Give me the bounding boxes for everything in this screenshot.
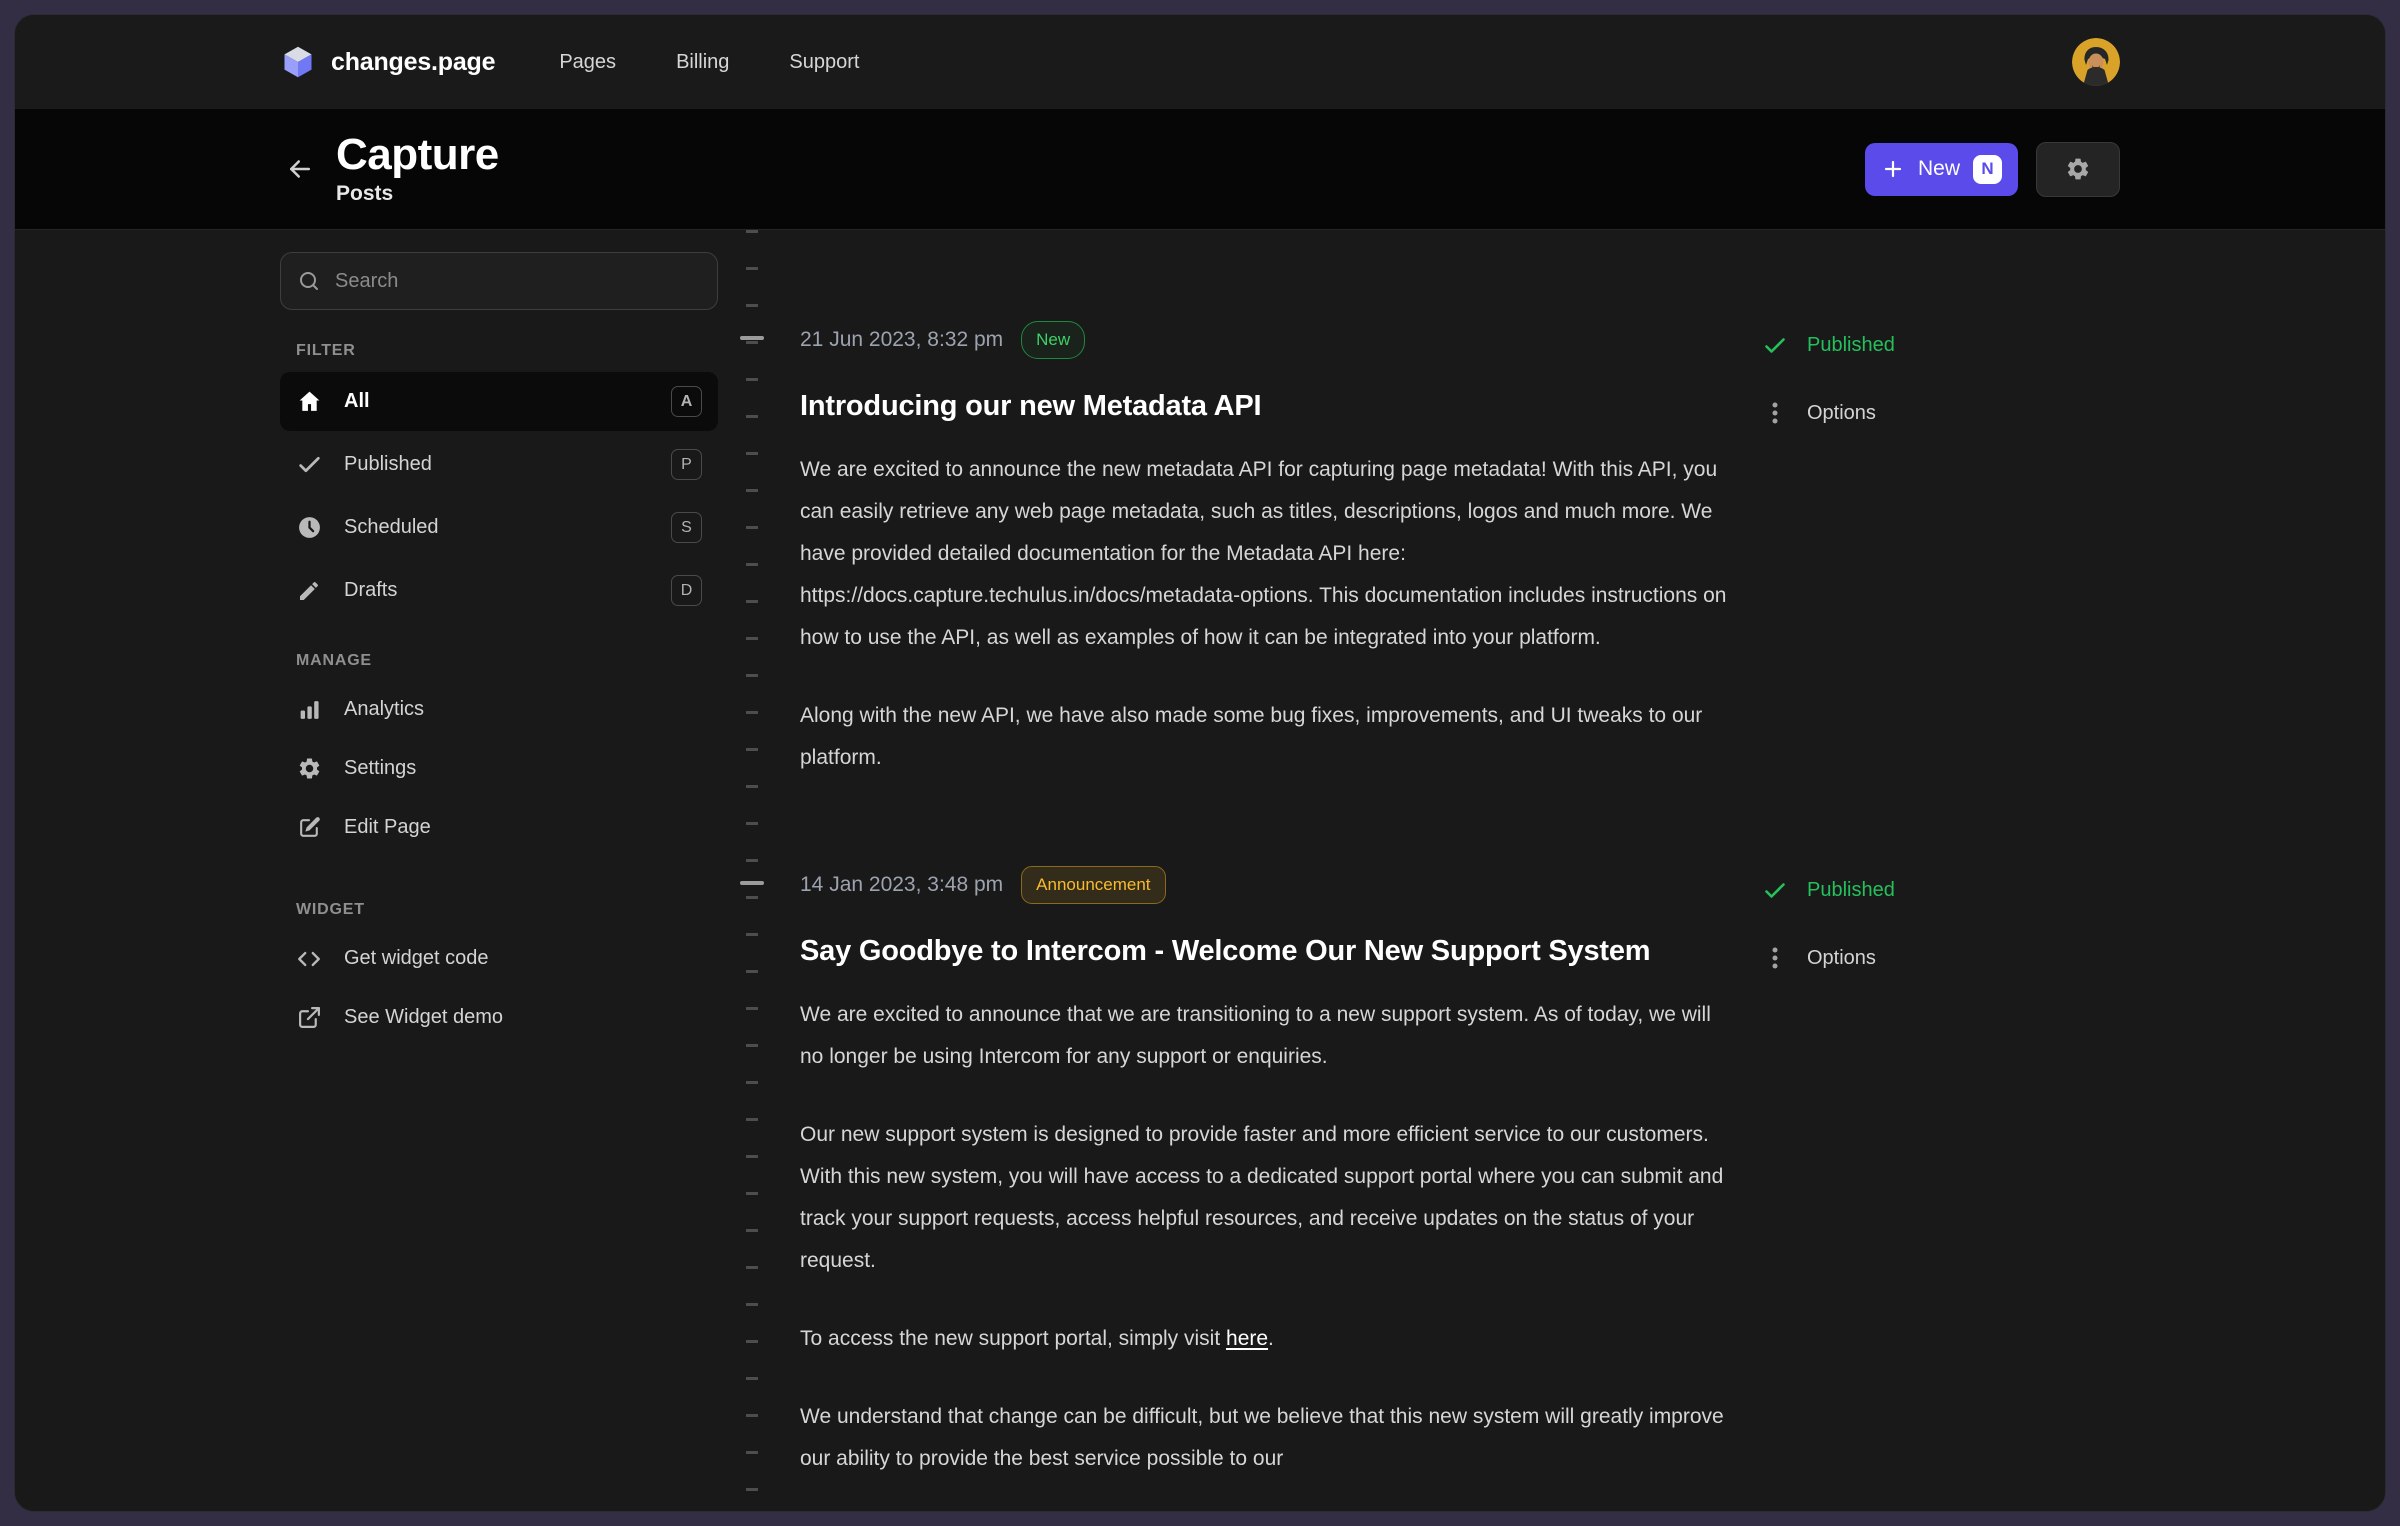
posts-timeline-ruler: [746, 230, 758, 1512]
clock-icon: [296, 515, 322, 540]
home-icon: [296, 389, 322, 414]
sidebar-item-label: Published: [344, 453, 649, 476]
shortcut-badge-n: N: [1973, 155, 2002, 184]
shortcut-badge: P: [671, 449, 702, 480]
brand-name: changes.page: [331, 48, 495, 77]
post-paragraph: To access the new support portal, simply…: [800, 1318, 1740, 1360]
sidebar-item-analytics[interactable]: Analytics: [280, 682, 718, 737]
post-title: Say Goodbye to Intercom - Welcome Our Ne…: [800, 935, 1740, 968]
dots-vertical-icon: [1763, 401, 1787, 425]
gear-icon: [296, 756, 322, 781]
post-options-button[interactable]: Options: [1763, 943, 2043, 973]
link-paragraph-suffix: .: [1268, 1327, 1274, 1350]
sidebar-item-label: Get widget code: [344, 947, 702, 970]
check-icon: [1763, 333, 1787, 358]
post-status: Published: [1763, 875, 2043, 905]
post-options-button[interactable]: Options: [1763, 398, 2043, 428]
arrow-left-icon: [285, 154, 315, 184]
status-label: Published: [1807, 334, 1895, 357]
page-settings-button[interactable]: [2036, 142, 2120, 197]
top-nav: changes.page Pages Billing Support: [15, 15, 2385, 109]
post-badge: New: [1021, 321, 1085, 359]
sidebar: FILTER All A: [280, 252, 718, 1045]
sidebar-item-drafts[interactable]: Drafts D: [280, 561, 718, 620]
post-actions-rail: Published Options: [1763, 330, 2043, 428]
post-item: 14 Jan 2023, 3:48 pm Announcement Say Go…: [800, 865, 1740, 1480]
posts-list: 21 Jun 2023, 8:32 pm New Introducing our…: [800, 320, 1740, 1480]
post-date: 14 Jan 2023, 3:48 pm: [800, 873, 1003, 897]
sidebar-item-label: Settings: [344, 757, 702, 780]
sidebar-item-label: Analytics: [344, 698, 702, 721]
new-button-label: New: [1918, 157, 1960, 181]
post-actions-rail: Published Options: [1763, 875, 2043, 973]
sidebar-item-edit-page[interactable]: Edit Page: [280, 800, 718, 855]
sidebar-item-label: Scheduled: [344, 516, 649, 539]
page-title: Capture: [336, 132, 499, 178]
sidebar-item-all[interactable]: All A: [280, 372, 718, 431]
user-avatar[interactable]: [2072, 38, 2120, 86]
sidebar-item-published[interactable]: Published P: [280, 435, 718, 494]
shortcut-badge: A: [671, 386, 702, 417]
post-paragraph: We are excited to announce the new metad…: [800, 449, 1740, 659]
new-post-button[interactable]: New N: [1865, 143, 2018, 196]
post-item: 21 Jun 2023, 8:32 pm New Introducing our…: [800, 320, 1740, 779]
check-icon: [1763, 878, 1787, 903]
sidebar-item-scheduled[interactable]: Scheduled S: [280, 498, 718, 557]
post-status: Published: [1763, 330, 2043, 360]
app-window: changes.page Pages Billing Support: [14, 14, 2386, 1512]
nav-link-pages[interactable]: Pages: [559, 51, 616, 74]
sidebar-item-see-widget-demo[interactable]: See Widget demo: [280, 990, 718, 1045]
post-paragraph: Along with the new API, we have also mad…: [800, 695, 1740, 779]
post-title: Introducing our new Metadata API: [800, 390, 1740, 423]
shortcut-badge: S: [671, 512, 702, 543]
timeline-marker: [740, 336, 764, 340]
edit-page-icon: [296, 815, 322, 840]
post-paragraph: We are excited to announce that we are t…: [800, 994, 1740, 1078]
cube-logo-icon: [280, 44, 316, 80]
sidebar-item-settings[interactable]: Settings: [280, 741, 718, 796]
sidebar-item-label: All: [344, 390, 649, 413]
post-badge: Announcement: [1021, 866, 1165, 904]
plus-icon: [1881, 157, 1905, 181]
widget-section-label: WIDGET: [280, 901, 718, 919]
brand-logo[interactable]: changes.page: [280, 44, 495, 80]
dots-vertical-icon: [1763, 946, 1787, 970]
options-label: Options: [1807, 402, 1876, 425]
analytics-icon: [296, 697, 322, 722]
nav-link-support[interactable]: Support: [789, 51, 859, 74]
manage-section-label: MANAGE: [280, 652, 718, 670]
nav-links: Pages Billing Support: [559, 51, 859, 74]
search-input[interactable]: [280, 252, 718, 310]
nav-link-billing[interactable]: Billing: [676, 51, 729, 74]
options-label: Options: [1807, 947, 1876, 970]
pencil-icon: [296, 579, 322, 603]
post-date: 21 Jun 2023, 8:32 pm: [800, 328, 1003, 352]
external-link-icon: [296, 1005, 322, 1030]
sidebar-item-label: Drafts: [344, 579, 649, 602]
page-subtitle: Posts: [336, 182, 499, 206]
search-icon: [297, 269, 321, 293]
status-label: Published: [1807, 879, 1895, 902]
sidebar-item-label: See Widget demo: [344, 1006, 702, 1029]
filter-section-label: FILTER: [280, 342, 718, 360]
sidebar-item-label: Edit Page: [344, 816, 702, 839]
page-header: Capture Posts New N: [15, 109, 2385, 229]
code-icon: [296, 946, 322, 972]
sidebar-item-get-widget-code[interactable]: Get widget code: [280, 931, 718, 986]
support-portal-link[interactable]: here: [1226, 1327, 1268, 1350]
shortcut-badge: D: [671, 575, 702, 606]
back-button[interactable]: [280, 149, 320, 189]
timeline-marker: [740, 881, 764, 885]
check-icon: [296, 452, 322, 477]
link-paragraph-prefix: To access the new support portal, simply…: [800, 1327, 1226, 1350]
gear-icon: [2065, 156, 2091, 182]
post-paragraph: Our new support system is designed to pr…: [800, 1114, 1740, 1282]
post-paragraph: We understand that change can be difficu…: [800, 1396, 1740, 1480]
